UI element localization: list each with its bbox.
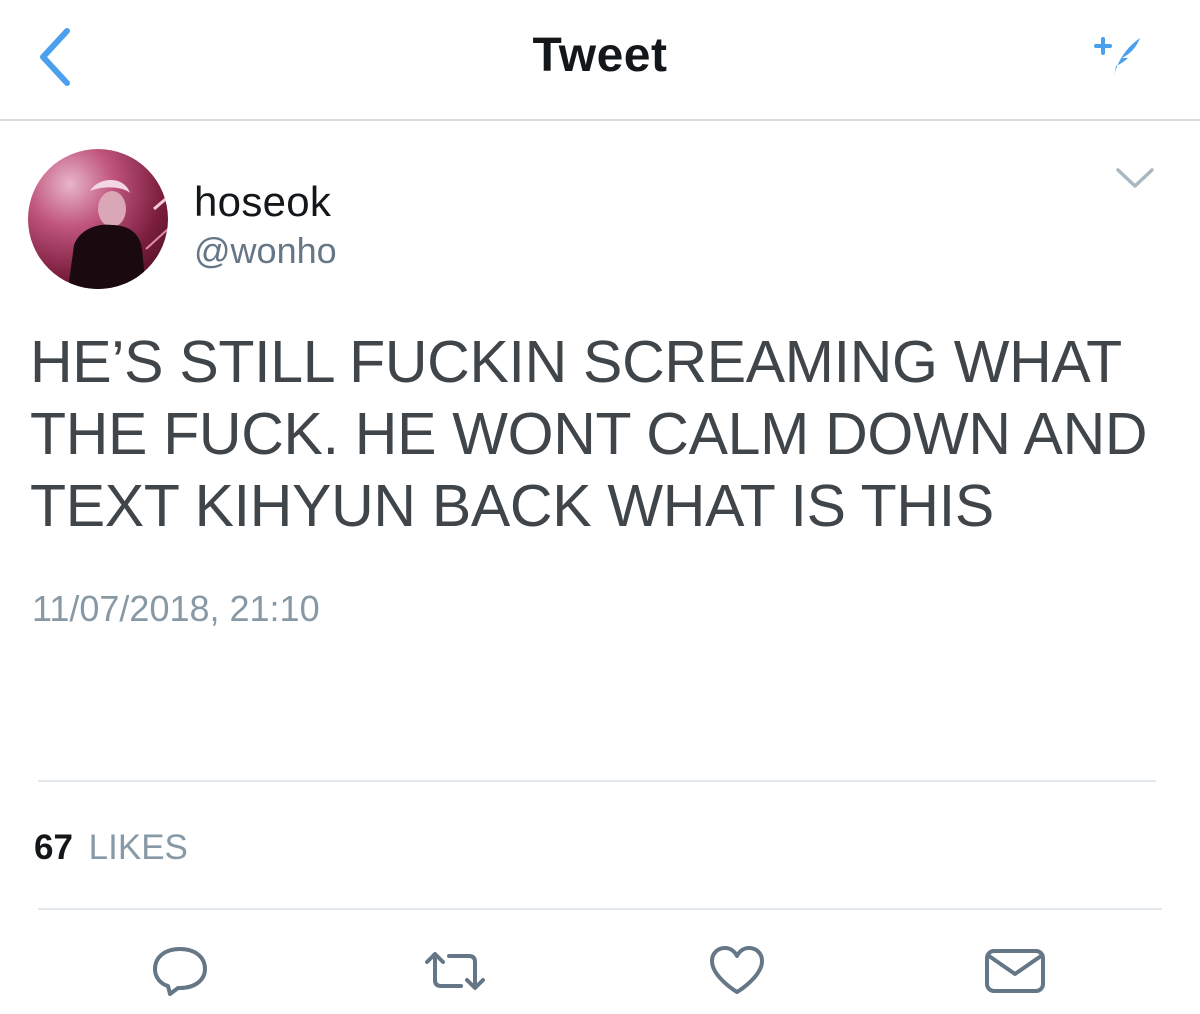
reply-bubble-icon xyxy=(153,947,207,996)
retweet-icon xyxy=(425,952,485,990)
author-handle[interactable]: @wonho xyxy=(194,230,337,272)
chevron-down-icon xyxy=(1116,168,1154,188)
heart-icon xyxy=(710,946,764,994)
compose-button[interactable] xyxy=(1088,28,1148,82)
page-title: Tweet xyxy=(532,29,668,82)
envelope-icon xyxy=(985,949,1045,993)
tweet-options-button[interactable] xyxy=(1112,160,1158,196)
direct-message-button[interactable] xyxy=(980,940,1050,1002)
divider xyxy=(38,908,1162,910)
nav-header: Tweet xyxy=(0,0,1200,121)
likes-label: LIKES xyxy=(88,828,188,867)
author-name[interactable]: hoseok xyxy=(194,178,331,226)
tweet-text: HE’S STILL FUCKIN SCREAMING WHAT THE FUC… xyxy=(30,329,1148,539)
tweet-detail-page: Tweet hoseok @wonho HE’S STILL FUCKIN SC… xyxy=(0,0,1200,1014)
avatar-photo xyxy=(68,180,168,289)
avatar[interactable] xyxy=(28,149,168,289)
retweet-button[interactable] xyxy=(420,940,490,1002)
likes-count: 67 xyxy=(34,828,73,867)
like-button[interactable] xyxy=(702,940,772,1002)
divider xyxy=(38,780,1156,782)
compose-feather-icon xyxy=(1094,37,1140,76)
tweet-timestamp: 11/07/2018, 21:10 xyxy=(32,588,320,629)
likes-stat[interactable]: 67 LIKES xyxy=(34,828,188,868)
reply-button[interactable] xyxy=(145,940,215,1002)
